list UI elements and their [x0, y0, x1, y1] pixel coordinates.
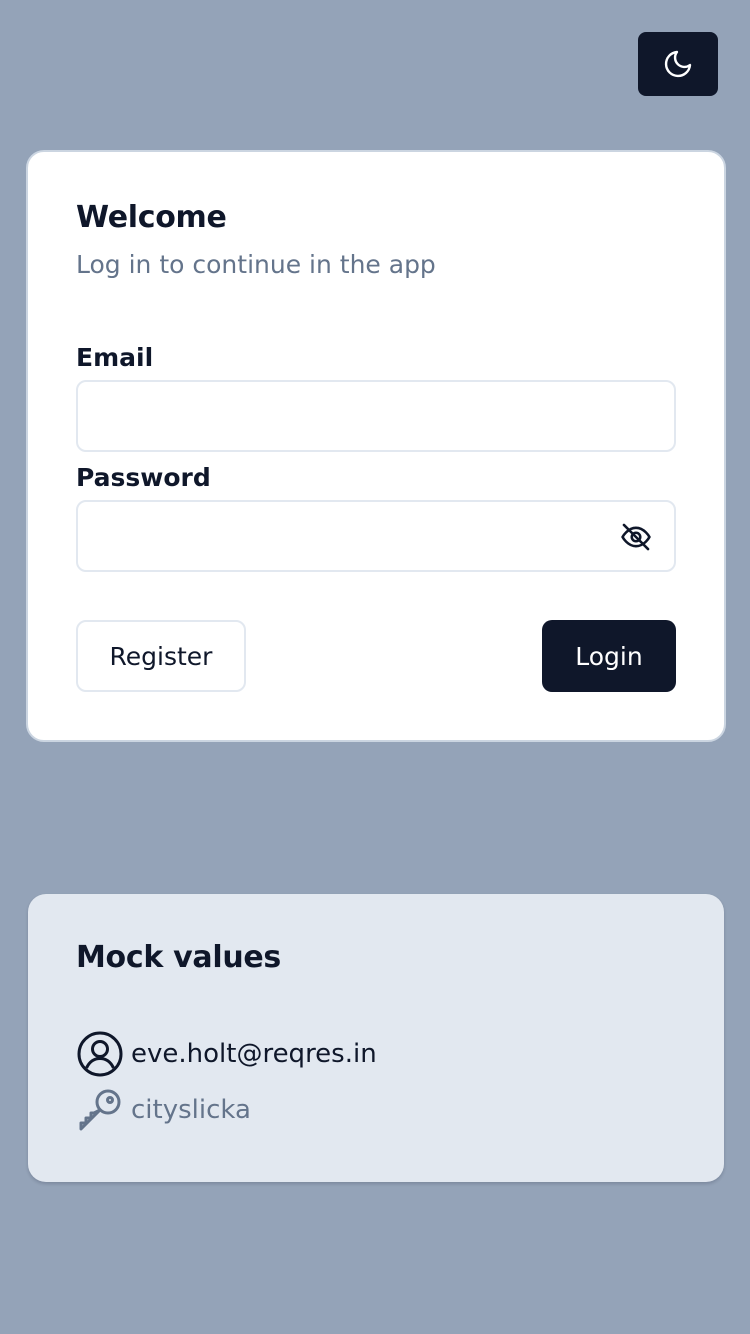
login-subtitle: Log in to continue in the app — [76, 250, 436, 279]
mock-password-row: cityslicka — [76, 1086, 251, 1134]
mock-email-value: eve.holt@reqres.in — [131, 1039, 377, 1069]
login-button[interactable]: Login — [542, 620, 676, 692]
password-field[interactable] — [78, 502, 674, 570]
password-label: Password — [76, 463, 211, 492]
password-field-wrapper — [76, 500, 676, 572]
mock-values-card: Mock values eve.holt@reqres.in cityslick… — [28, 894, 724, 1182]
mock-email-row: eve.holt@reqres.in — [76, 1030, 377, 1078]
eye-off-icon[interactable] — [618, 519, 654, 555]
theme-toggle-button[interactable] — [638, 32, 718, 96]
moon-icon — [662, 48, 694, 80]
login-title: Welcome — [76, 200, 227, 235]
register-button[interactable]: Register — [76, 620, 246, 692]
login-card: Welcome Log in to continue in the app Em… — [26, 150, 726, 742]
mock-values-title: Mock values — [76, 940, 281, 975]
user-circle-icon — [76, 1030, 124, 1078]
email-field-wrapper — [76, 380, 676, 452]
email-label: Email — [76, 343, 154, 372]
key-icon — [76, 1086, 124, 1134]
mock-password-value: cityslicka — [131, 1095, 251, 1125]
email-field[interactable] — [78, 382, 674, 450]
